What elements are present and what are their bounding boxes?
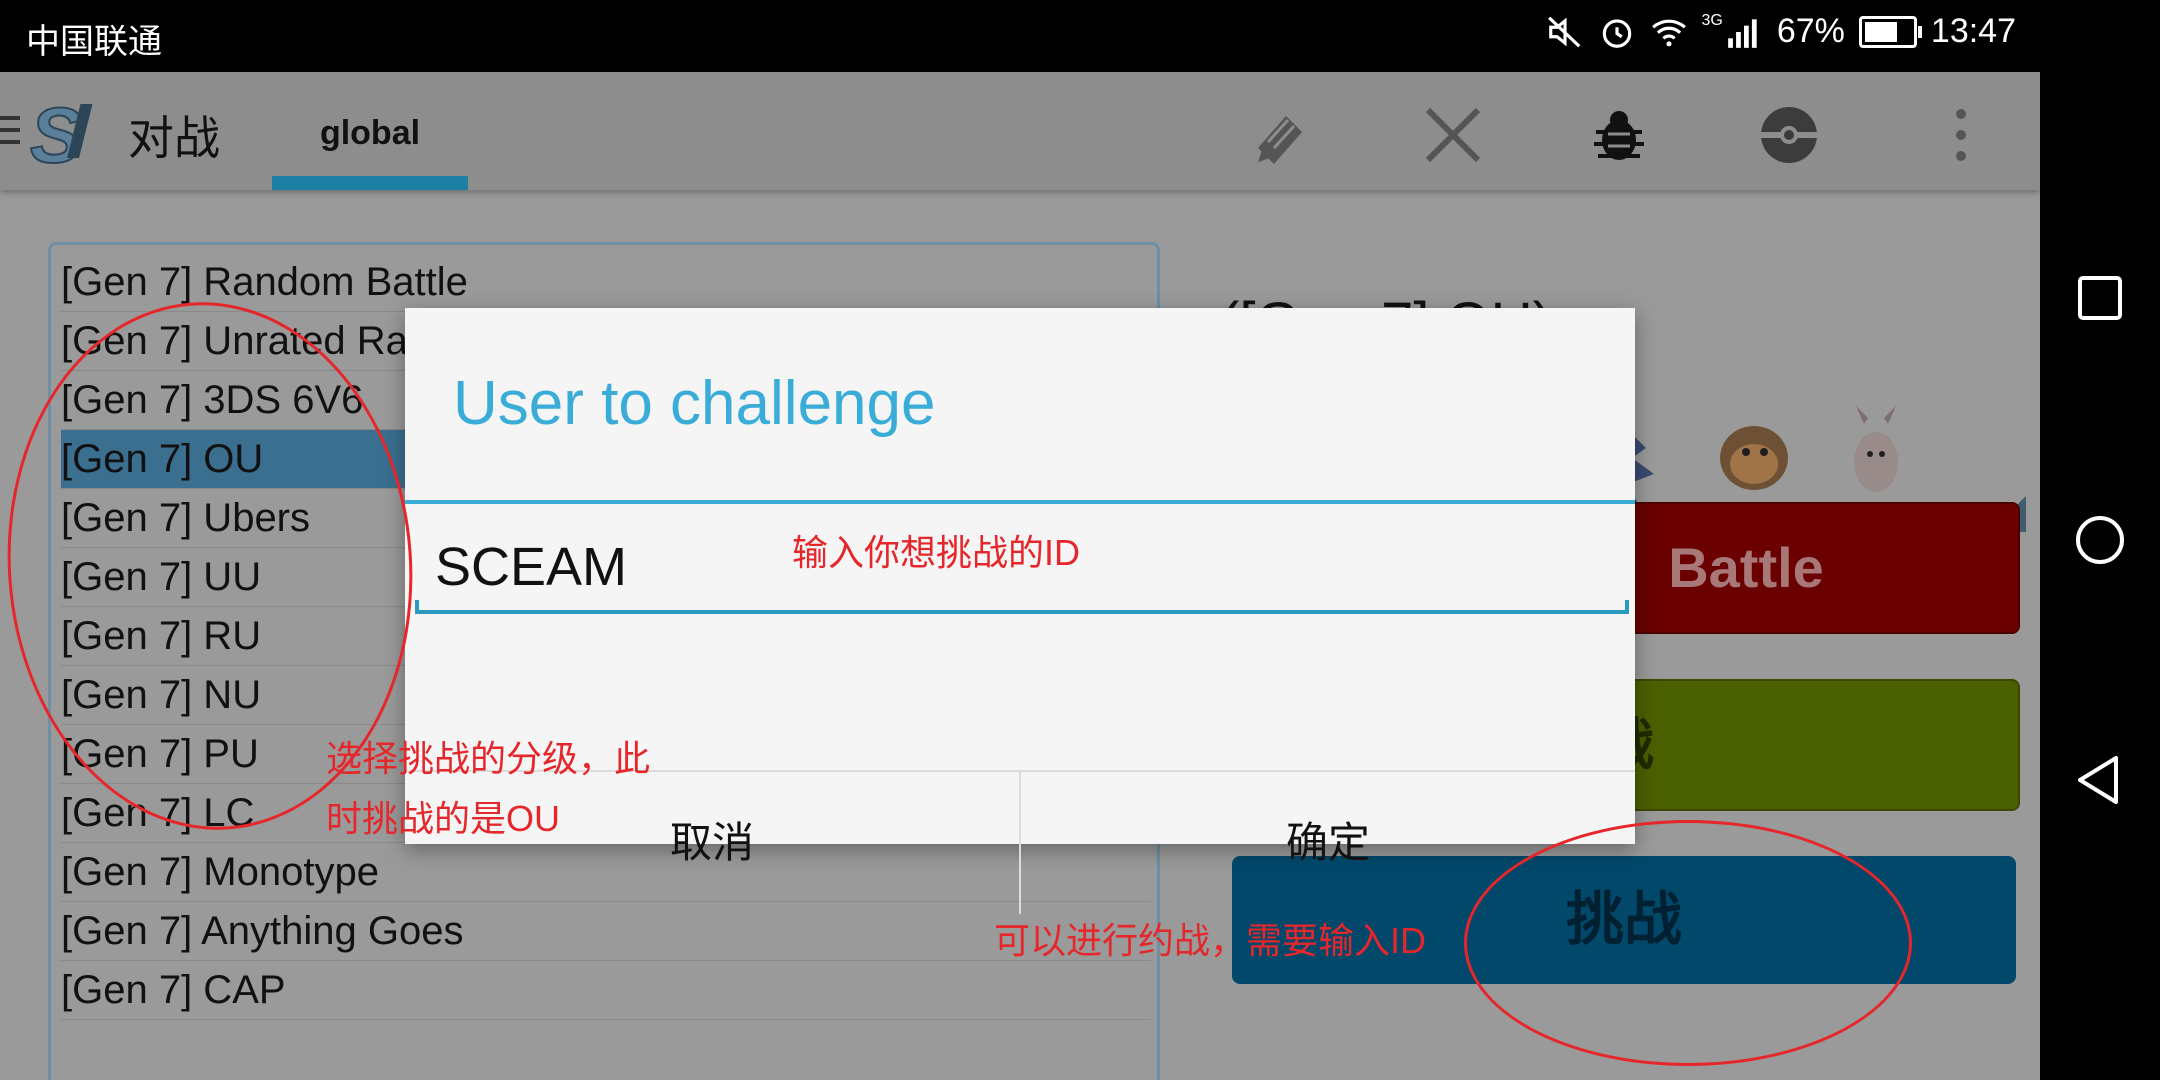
tab-global-label: global: [319, 114, 421, 152]
format-item[interactable]: [Gen 7] CAP: [61, 961, 1151, 1020]
battery-icon: [1858, 15, 1922, 48]
battery-percent: 67%: [1776, 12, 1845, 50]
home-icon[interactable]: [2060, 500, 2140, 580]
annotation-input-hint: 输入你想挑战的ID: [792, 532, 1081, 573]
showdown-logo: S: [29, 90, 93, 176]
mute-icon: [1547, 16, 1580, 47]
app-title: 对战: [128, 112, 220, 164]
annotation-ring-challenge: [1464, 820, 1912, 1066]
annotation-format-hint-2: 时挑战的是OU: [326, 798, 561, 839]
status-icons: 3G 67% 13:47: [1546, 12, 2016, 51]
tab-indicator: [272, 176, 468, 190]
tab-global[interactable]: global: [272, 72, 468, 190]
pokemon-sprite: [1720, 426, 1788, 490]
alarm-icon: [1602, 18, 1631, 48]
pokeball-icon[interactable]: [1756, 102, 1822, 168]
carrier-name: 中国联通: [26, 23, 162, 61]
input-underline: [415, 600, 1629, 614]
app-bar: S 对战 global: [0, 72, 2040, 190]
annotation-format-hint-1: 选择挑战的分级，此: [326, 738, 651, 779]
back-icon[interactable]: [2060, 740, 2140, 820]
signal-icon: [1728, 18, 1757, 48]
menu-icon[interactable]: [0, 116, 20, 152]
annotation-challenge-hint: 可以进行约战，需要输入ID: [994, 920, 1427, 961]
dialog-title-divider: [405, 500, 1635, 504]
more-vert-icon[interactable]: [1928, 102, 1994, 168]
clock: 13:47: [1930, 12, 2016, 50]
status-bar: 中国联通 3G 67% 13:47: [0, 0, 2040, 72]
wifi-icon: [1651, 19, 1686, 46]
app-window: S 对战 global [Gen 7] Random Battle [Gen 7…: [0, 72, 2040, 1080]
network-type: 3G: [1701, 12, 1723, 29]
edit-icon[interactable]: [1248, 102, 1314, 168]
close-icon[interactable]: [1420, 102, 1486, 168]
pokemon-sprite: [1854, 406, 1898, 492]
bug-icon[interactable]: [1586, 102, 1652, 168]
recents-icon[interactable]: [2060, 258, 2140, 338]
dialog-title: User to challenge: [453, 369, 936, 438]
